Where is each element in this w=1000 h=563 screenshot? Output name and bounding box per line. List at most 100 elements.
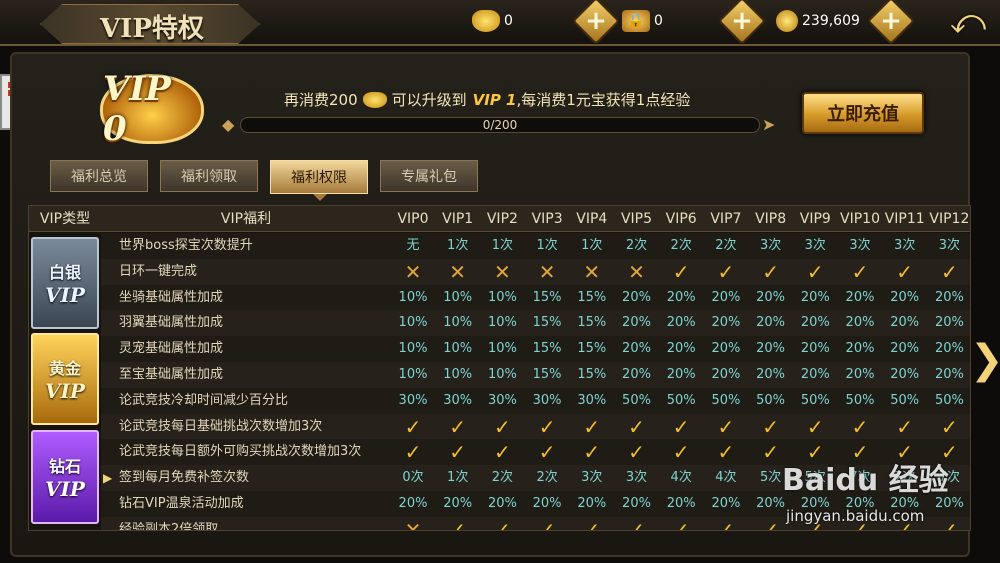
baidu-watermark: Baidu 经验 jingyan.baidu.com [782,455,952,545]
benefit-value: 20% [934,341,964,357]
benefit-value: 10% [398,315,428,331]
recharge-button[interactable]: 立即充值 [802,92,924,134]
check-icon: ✓ [628,517,645,531]
ingot-icon [362,91,387,108]
check-icon: ✓ [538,517,556,531]
check-icon: ✓ [806,414,824,439]
benefit-value: 30% [577,392,607,408]
benefit-value: 20% [398,496,428,511]
benefit-value: 20% [890,341,920,357]
check-icon: ✓ [449,517,467,531]
bound-ingot-resource: 🔒 0 [622,9,663,33]
tab-claim[interactable]: 福利领取 [160,160,258,192]
tab-overview[interactable]: 福利总览 [50,160,148,192]
check-icon: ✓ [762,259,779,284]
benefit-value: 2次 [625,238,648,253]
benefit-value: 3次 [849,238,871,253]
benefit-name: 论武竞技每日额外可购买挑战次数增加3次 [119,444,362,460]
benefit-value: 10% [443,289,473,305]
benefit-value: 20% [934,367,964,382]
upgrade-message: 再消费200 可以升级到 VIP 1 ,每消费1元宝获得1点经验 [284,90,691,110]
bar-right-ornament-icon: ➤ [762,115,776,134]
benefit-name: 经验副本2倍领取 [119,521,219,531]
benefit-value: 20% [666,315,696,331]
benefit-value: 20% [890,315,920,331]
benefit-value: 2次 [670,238,692,253]
benefit-value: 15% [577,315,607,331]
check-icon: ✓ [672,259,690,284]
vip-exp-progress-bar: 0/200 [240,117,760,133]
header-level: VIP1 [442,211,474,227]
tab-exclusive-gift[interactable]: 专属礼包 [380,160,478,192]
benefit-value: 2次 [715,238,737,253]
benefit-value: 30% [487,392,517,408]
cross-icon: ✕ [404,259,422,284]
table-row: 日环一键完成 ✕ ✕ ✕ ✕ ✕ ✕ ✓ ✓ ✓ ✓ ✓ ✓ ✓ [101,258,970,285]
table-row: 坐骑基础属性加成 10% 10% 10% 15% 15% 20% 20% 20% 20% 20% 20… [101,284,970,311]
next-page-arrow-icon[interactable]: ❯ [970,332,1000,388]
tier-silver-vip[interactable]: 白银 VIP [31,237,99,329]
ingot-resource: 0 [472,9,513,33]
benefit-value: 15% [577,289,607,305]
benefit-value: 0次 [402,470,424,486]
benefit-value: 20% [711,289,741,305]
add-gold-button[interactable]: + [866,0,916,46]
benefit-value: 20% [934,289,964,305]
check-icon: ✓ [762,414,779,439]
check-icon: ✓ [806,259,824,284]
benefit-value: 20% [711,341,741,357]
benefit-value: 20% [666,341,696,357]
header-level: VIP5 [620,211,653,227]
gold-resource: 239,609 [776,9,860,33]
check-icon: ✓ [896,259,914,284]
cross-icon: ✕ [494,259,511,284]
benefit-value: 20% [845,315,875,331]
check-icon: ✓ [851,259,869,284]
table-header: VIP类型 VIP福利 VIP0 VIP1 VIP2 VIP3 VIP4 VIP5 VIP6… [29,206,970,232]
check-icon: ✓ [404,414,422,439]
tier-gold-vip[interactable]: 黄金 VIP [31,333,99,425]
benefit-value: 20% [622,289,651,305]
watermark-logo: Baidu 经验 [782,463,949,498]
check-icon: ✓ [628,440,645,465]
header-vip-type: VIP类型 [39,211,91,227]
tier-label: 钻石 [48,457,81,476]
benefit-value: 20% [577,496,607,511]
tier-diamond-vip[interactable]: 钻石 VIP [31,430,99,524]
benefit-name: 论武竞技冷却时间减少百分比 [119,392,289,408]
benefit-name: 坐骑基础属性加成 [119,289,224,305]
benefit-value: 10% [443,315,473,331]
check-icon: ✓ [672,517,690,531]
add-ingot-button[interactable]: + [571,0,621,46]
benefit-value: 15% [577,341,607,357]
next-vip-level: VIP 1 [472,90,517,109]
add-bound-ingot-button[interactable]: + [717,0,767,46]
vip-level-text: VIP 0 [103,69,171,149]
gold-value: 239,609 [802,13,860,29]
benefit-value: 1次 [491,238,514,253]
table-row: 至宝基础属性加成 10% 10% 10% 15% 15% 20% 20% 20% 20% 20% 20… [101,362,970,388]
check-icon: ✓ [583,517,601,531]
benefit-value: 4次 [670,470,692,486]
benefit-name: 世界boss探宝次数提升 [119,238,253,253]
bar-left-ornament-icon: ◆ [222,115,235,134]
benefit-value: 50% [890,392,920,408]
benefit-value: 10% [487,367,517,382]
tab-privileges[interactable]: 福利权限 [270,160,368,201]
check-icon: ✓ [583,414,601,439]
locked-ingot-icon: 🔒 [622,10,650,32]
back-arrow-icon[interactable]: ⤺ [942,2,994,42]
check-icon: ✓ [941,259,958,284]
selected-tier-pointer-icon: ▶ [103,471,113,485]
cross-icon: ✕ [449,259,467,284]
header-level: VIP3 [531,211,563,227]
check-icon: ✓ [449,414,467,439]
benefit-name: 签到每月免费补签次数 [119,470,250,486]
header-level: VIP6 [665,211,697,227]
benefit-value: 10% [487,289,517,305]
benefit-value: 10% [443,367,473,382]
benefit-name: 至宝基础属性加成 [119,367,224,382]
check-icon: ✓ [717,414,735,439]
benefit-value: 20% [666,289,696,305]
benefit-value: 15% [532,315,562,331]
